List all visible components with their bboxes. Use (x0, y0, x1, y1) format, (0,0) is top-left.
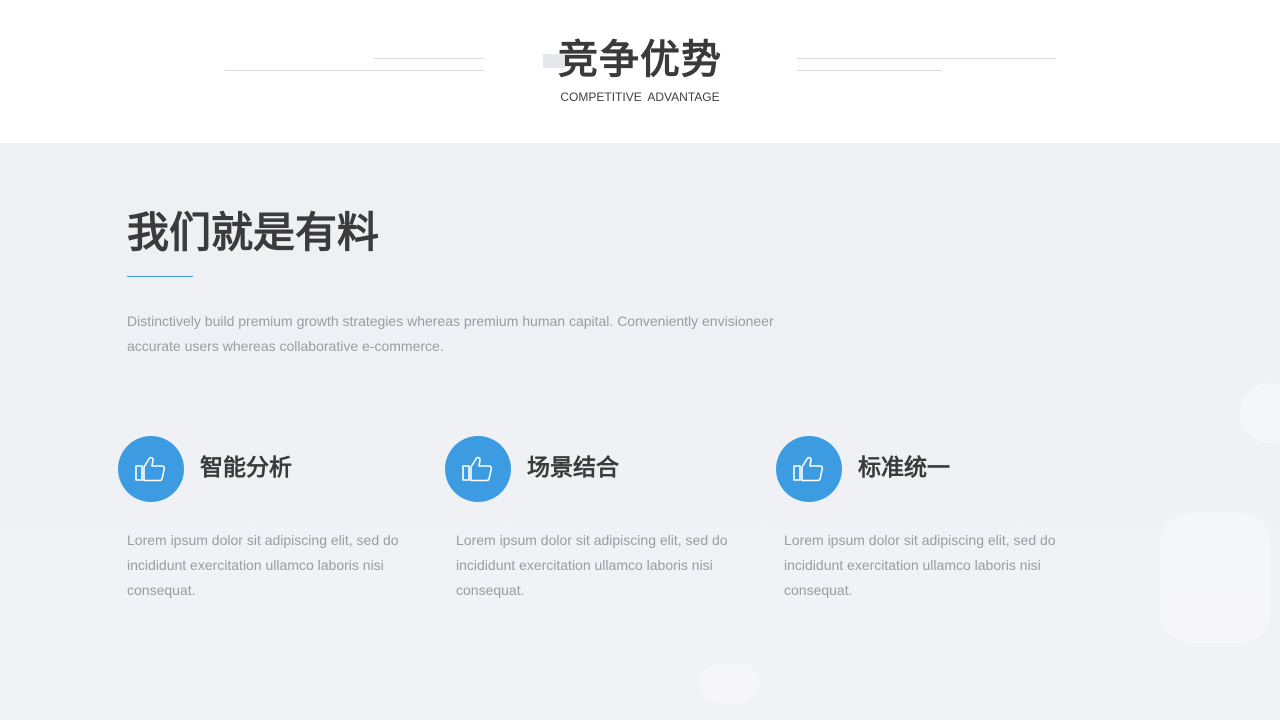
feature-title: 标准统一 (858, 455, 950, 481)
decorative-shade (700, 663, 760, 703)
title-underline (127, 276, 193, 277)
section-title: 我们就是有料 (127, 208, 380, 257)
intro-text: Distinctively build premium growth strat… (127, 313, 774, 354)
thumbs-up-icon (118, 436, 184, 502)
decorative-shade (1240, 383, 1280, 443)
content-area: 我们就是有料 Distinctively build premium growt… (0, 143, 1280, 720)
thumbs-up-icon (776, 436, 842, 502)
page-title: 竞争优势 (558, 37, 722, 83)
feature-description: Lorem ipsum dolor sit adipiscing elit, s… (456, 532, 728, 598)
page-subtitle: COMPETITIVE ADVANTAGE (560, 90, 720, 104)
header: 竞争优势 COMPETITIVE ADVANTAGE (0, 0, 1280, 143)
thumbs-up-icon (445, 436, 511, 502)
feature-title: 智能分析 (200, 455, 292, 481)
feature-description: Lorem ipsum dolor sit adipiscing elit, s… (784, 532, 1056, 598)
decorative-shade (1160, 513, 1270, 643)
feature-description: Lorem ipsum dolor sit adipiscing elit, s… (127, 532, 399, 598)
feature-title: 场景结合 (527, 455, 619, 481)
